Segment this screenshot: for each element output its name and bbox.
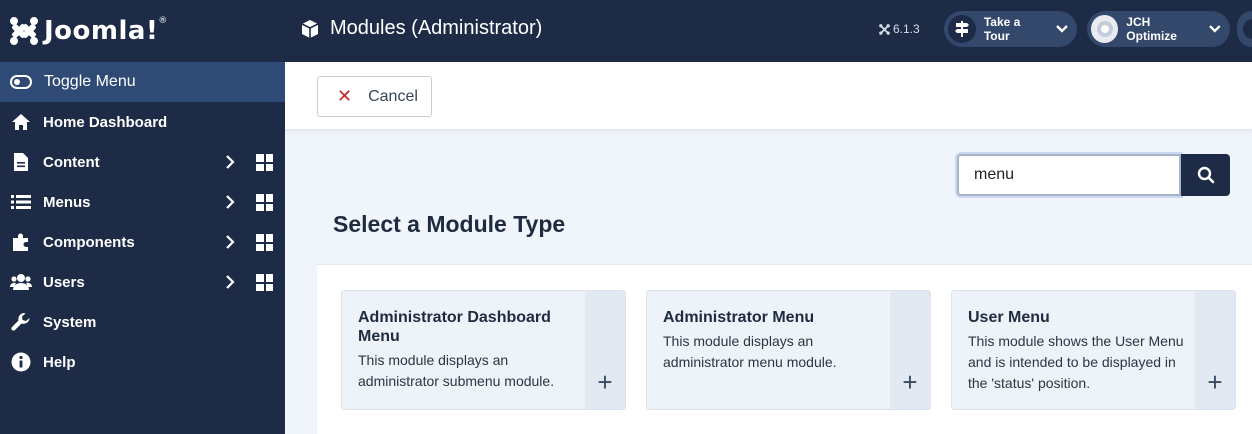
sidebar-item-label: Content <box>43 153 100 171</box>
search-input[interactable] <box>957 154 1181 196</box>
chevron-right-icon[interactable] <box>222 194 238 210</box>
version-indicator: 6.1.3 <box>879 22 920 36</box>
sidebar: Joomla!® Toggle Menu Home Dashboard Cont… <box>0 0 285 434</box>
sidebar-item-system[interactable]: System <box>0 302 285 342</box>
add-module-button[interactable]: + <box>890 291 930 409</box>
module-description: This module displays an administrator me… <box>663 333 837 370</box>
sidebar-item-label: Users <box>43 273 85 291</box>
sidebar-item-label: Components <box>43 233 135 251</box>
page-title-text: Modules (Administrator) <box>330 17 543 39</box>
signpost-icon <box>948 15 976 43</box>
puzzle-icon <box>10 232 32 252</box>
jch-optimize-icon <box>1091 15 1119 43</box>
list-icon <box>10 192 32 212</box>
users-icon <box>10 272 32 292</box>
toggle-menu-button[interactable]: Toggle Menu <box>0 62 285 102</box>
joomla-logo[interactable]: Joomla!® <box>0 0 285 62</box>
sidebar-item-label: Help <box>43 353 76 371</box>
module-search <box>957 154 1230 196</box>
file-icon <box>10 152 32 172</box>
close-icon: ✕ <box>337 86 353 106</box>
jch-optimize-label: JCH Optimize <box>1126 15 1177 43</box>
chevron-right-icon[interactable] <box>222 274 238 290</box>
search-icon <box>1197 166 1214 184</box>
joomla-logo-icon <box>10 17 38 45</box>
toggle-icon <box>10 75 32 89</box>
plus-icon: + <box>597 367 613 397</box>
dashboard-grid-icon[interactable] <box>256 154 273 171</box>
section-title: Select a Module Type <box>333 211 566 237</box>
take-a-tour-label: Take a Tour <box>983 15 1021 43</box>
cancel-button[interactable]: ✕ Cancel <box>317 76 432 117</box>
joomla-wordmark: Joomla!® <box>44 16 168 46</box>
module-card-text: Administrator Menu This module displays … <box>663 308 889 373</box>
toggle-menu-label: Toggle Menu <box>44 73 136 90</box>
module-description: This module shows the User Menu and is i… <box>968 333 1184 391</box>
module-description: This module displays an administrator su… <box>358 352 555 389</box>
sidebar-item-menus[interactable]: Menus <box>0 182 285 222</box>
home-icon <box>10 112 32 132</box>
version-text: 6.1.3 <box>893 22 920 36</box>
chevron-right-icon[interactable] <box>222 234 238 250</box>
user-menu-button[interactable] <box>1237 11 1252 47</box>
plus-icon: + <box>902 367 918 397</box>
wrench-icon <box>10 312 32 332</box>
search-button[interactable] <box>1181 154 1230 196</box>
module-name: User Menu <box>968 309 1050 326</box>
cube-icon <box>301 19 319 38</box>
dashboard-grid-icon[interactable] <box>256 274 273 291</box>
joomla-small-icon <box>879 23 890 35</box>
module-card-administrator-menu[interactable]: Administrator Menu This module displays … <box>646 290 931 410</box>
sidebar-item-label: Home Dashboard <box>43 113 168 131</box>
sidebar-item-content[interactable]: Content <box>0 142 285 182</box>
module-list: Administrator Dashboard Menu This module… <box>317 264 1252 434</box>
cancel-label: Cancel <box>368 87 418 105</box>
plus-icon: + <box>1207 367 1223 397</box>
module-card-text: Administrator Dashboard Menu This module… <box>358 308 584 392</box>
sidebar-item-components[interactable]: Components <box>0 222 285 262</box>
chevron-down-icon <box>1056 25 1068 33</box>
sidebar-item-label: Menus <box>43 193 91 211</box>
chevron-right-icon[interactable] <box>222 154 238 170</box>
take-a-tour-button[interactable]: Take a Tour <box>944 11 1077 47</box>
module-card-text: User Menu This module shows the User Men… <box>968 308 1194 394</box>
jch-optimize-button[interactable]: JCH Optimize <box>1087 11 1230 47</box>
module-name: Administrator Dashboard Menu <box>358 309 551 345</box>
sidebar-item-home-dashboard[interactable]: Home Dashboard <box>0 102 285 142</box>
top-header: Modules (Administrator) 6.1.3 Take a Tou… <box>285 0 1252 62</box>
sidebar-item-help[interactable]: Help <box>0 342 285 382</box>
module-name: Administrator Menu <box>663 309 815 326</box>
page-title: Modules (Administrator) <box>300 17 542 40</box>
info-icon <box>10 352 32 372</box>
dashboard-grid-icon[interactable] <box>256 234 273 251</box>
add-module-button[interactable]: + <box>585 291 625 409</box>
dashboard-grid-icon[interactable] <box>256 194 273 211</box>
module-card-administrator-dashboard-menu[interactable]: Administrator Dashboard Menu This module… <box>341 290 626 410</box>
add-module-button[interactable]: + <box>1195 291 1235 409</box>
module-card-user-menu[interactable]: User Menu This module shows the User Men… <box>951 290 1236 410</box>
toolbar: ✕ Cancel <box>285 62 1252 130</box>
sidebar-item-label: System <box>43 313 97 331</box>
sidebar-item-users[interactable]: Users <box>0 262 285 302</box>
chevron-down-icon <box>1209 25 1221 33</box>
